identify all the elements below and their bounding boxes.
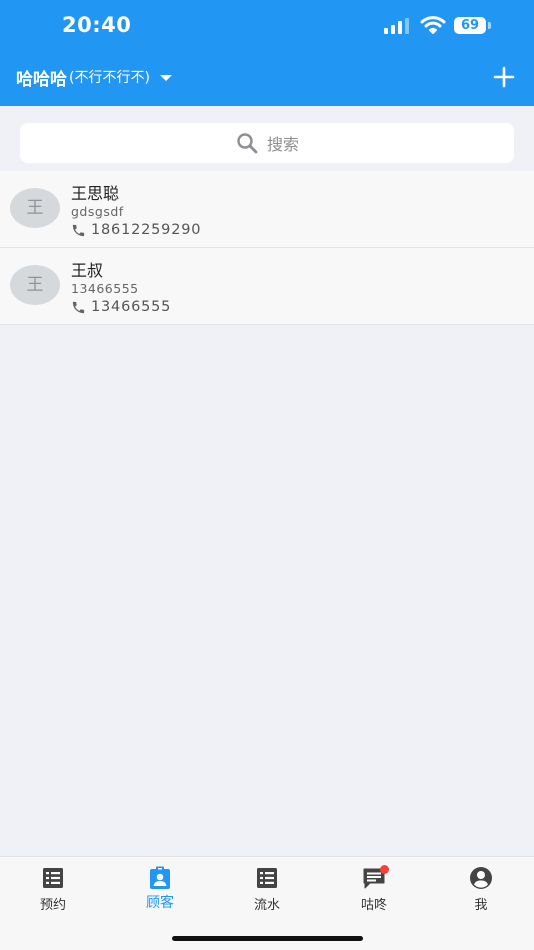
search-icon [237, 133, 258, 154]
list-item[interactable]: 王 王思聪 gdsgsdf 18612259290 [0, 171, 534, 248]
person-icon [470, 867, 492, 889]
tab-label: 预约 [39, 898, 66, 913]
search-placeholder: 搜索 [266, 135, 299, 154]
caret-down-icon [159, 75, 172, 81]
tab-label: 流水 [253, 898, 280, 913]
shop-subtitle: (不行不行不) [69, 70, 150, 86]
tab-label: 咕咚 [360, 898, 387, 913]
screen: 20:40 69 哈哈哈 (不行不行不) 搜索 王 王思聪 gdsgsdf 18… [0, 0, 534, 950]
customer-phone: 13466555 [91, 299, 172, 315]
customer-note: 13466555 [71, 281, 139, 296]
add-button[interactable] [490, 63, 518, 91]
customer-name: 王思聪 [71, 184, 120, 203]
wifi-icon [420, 16, 446, 34]
battery-indicator: 69 [454, 17, 486, 34]
battery-cap [488, 22, 491, 29]
signal-icon [384, 18, 409, 34]
tab-label: 顾客 [146, 895, 174, 911]
phone-icon [72, 224, 85, 236]
tab-customers[interactable]: 顾客 [120, 865, 200, 915]
avatar: 王 [10, 265, 60, 305]
tab-transactions[interactable]: 流水 [227, 865, 307, 915]
phone-line: 13466555 [71, 299, 171, 315]
customer-phone: 18612259290 [91, 222, 202, 238]
avatar: 王 [10, 188, 60, 228]
list-icon [257, 868, 277, 888]
tab-label: 我 [474, 898, 488, 913]
home-indicator [172, 936, 363, 941]
header: 20:40 69 哈哈哈 (不行不行不) [0, 0, 534, 106]
customer-name: 王叔 [71, 261, 104, 280]
contact-icon [150, 866, 170, 889]
shop-selector[interactable]: 哈哈哈 (不行不行不) [16, 64, 172, 90]
tab-me[interactable]: 我 [441, 865, 521, 915]
shop-name: 哈哈哈 [16, 69, 67, 90]
customer-list: 王 王思聪 gdsgsdf 18612259290 王 王叔 13466555 … [0, 171, 534, 325]
tab-appointments[interactable]: 预约 [13, 865, 93, 915]
list-icon [43, 868, 63, 888]
status-time: 20:40 [62, 13, 132, 37]
tab-messages[interactable]: 咕咚 [334, 865, 414, 915]
customer-note: gdsgsdf [71, 204, 124, 219]
list-item[interactable]: 王 王叔 13466555 13466555 [0, 248, 534, 325]
search-input[interactable]: 搜索 [20, 123, 514, 163]
phone-icon [72, 301, 85, 313]
notification-badge [380, 865, 389, 874]
phone-line: 18612259290 [71, 222, 201, 238]
